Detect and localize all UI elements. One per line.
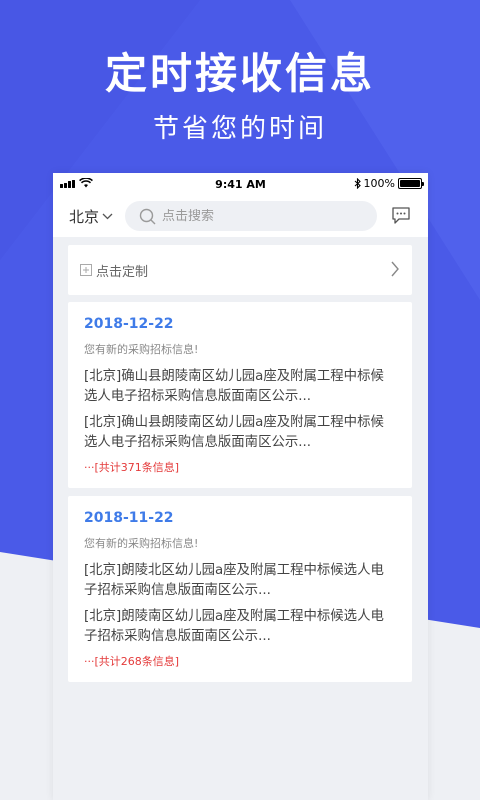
search-bar[interactable] <box>125 201 377 231</box>
status-bar: 9:41 AM 100% <box>53 173 428 195</box>
city-selector[interactable]: 北京 <box>69 206 113 227</box>
bluetooth-icon <box>354 178 361 189</box>
hero-title: 定时接收信息 <box>104 49 375 98</box>
nav-bar: 北京 <box>53 195 428 237</box>
battery-percent: 100% <box>363 177 395 190</box>
hero-subtitle: 节省您的时间 <box>152 114 327 144</box>
card-date: 2018-12-22 <box>84 316 174 332</box>
phone-screen: 9:41 AM 100% 北京 点击搜索 点击定制 2018-12-22 您有新… <box>53 173 428 800</box>
card-total[interactable]: ···[共计268条信息] <box>84 653 396 669</box>
customize-row[interactable]: 点击定制 <box>68 245 412 295</box>
customize-label: 点击定制 <box>96 264 149 280</box>
info-card[interactable]: 2018-11-22 您有新的采购招标信息! [北京]朗陵北区幼儿园a座及附属工… <box>68 496 412 682</box>
card-item[interactable]: [北京]朗陵南区幼儿园a座及附属工程中标候选人电子招标采购信息版面南区公示... <box>84 607 396 647</box>
city-label: 北京 <box>69 208 100 226</box>
card-date: 2018-11-22 <box>84 510 174 526</box>
chevron-right-icon <box>391 261 399 277</box>
chevron-down-icon <box>102 213 113 220</box>
battery-icon <box>398 178 424 189</box>
info-card[interactable]: 2018-12-22 您有新的采购招标信息! [北京]确山县朗陵南区幼儿园a座及… <box>68 302 412 488</box>
search-icon <box>139 208 156 224</box>
search-input[interactable] <box>162 208 362 224</box>
card-item[interactable]: [北京]朗陵北区幼儿园a座及附属工程中标候选人电子招标采购信息版面南区公示... <box>84 561 396 601</box>
card-item[interactable]: [北京]确山县朗陵南区幼儿园a座及附属工程中标候选人电子招标采购信息版面南区公示… <box>84 413 396 453</box>
message-icon[interactable] <box>391 206 411 225</box>
card-notice: 您有新的采购招标信息! <box>84 343 199 356</box>
plus-square-icon <box>80 264 92 276</box>
card-notice: 您有新的采购招标信息! <box>84 537 199 550</box>
card-total[interactable]: ···[共计371条信息] <box>84 459 396 475</box>
card-item[interactable]: [北京]确山县朗陵南区幼儿园a座及附属工程中标候选人电子招标采购信息版面南区公示… <box>84 367 396 407</box>
